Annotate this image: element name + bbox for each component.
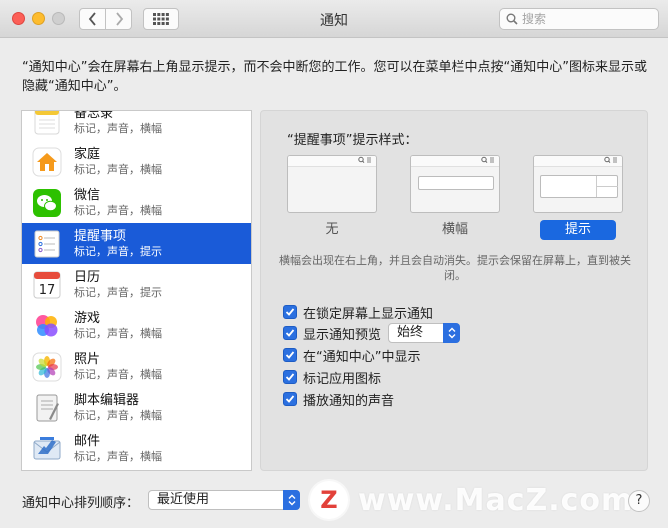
style-preview-none[interactable] bbox=[287, 155, 377, 213]
reminders-icon bbox=[32, 229, 62, 259]
style-label-banner[interactable]: 横幅 bbox=[410, 220, 500, 240]
app-name: 备忘录 bbox=[74, 110, 114, 121]
search-icon bbox=[506, 13, 518, 25]
preview-select-value: 始终 bbox=[397, 325, 424, 340]
app-sub: 标记，声音，横幅 bbox=[74, 122, 162, 135]
style-label-none[interactable]: 无 bbox=[287, 220, 377, 240]
checkmark-icon bbox=[285, 329, 295, 337]
checkbox-lock-screen[interactable] bbox=[283, 305, 297, 319]
style-option-banner[interactable]: 横幅 bbox=[410, 155, 500, 240]
wechat-icon bbox=[32, 188, 62, 218]
checkmark-icon bbox=[285, 351, 295, 359]
app-name: 照片 bbox=[74, 352, 101, 367]
description-text: “通知中心”会在屏幕右上角显示提示，而不会中断您的工作。您可以在菜单栏中点按“通… bbox=[22, 60, 647, 94]
search-input[interactable] bbox=[522, 12, 647, 26]
option-label: 显示通知预览 bbox=[303, 327, 382, 343]
alert-settings-panel: “提醒事项”提示样式： 无 横幅 提示 横幅会出现在右上角，并且会自动消失。提示… bbox=[260, 110, 648, 471]
app-row-notes[interactable]: 备忘录 标记，声音，横幅 bbox=[22, 110, 251, 141]
option-label: 在“通知中心”中显示 bbox=[303, 349, 421, 365]
title-bar: 通知 bbox=[0, 0, 668, 38]
app-name: 提醒事项 bbox=[74, 229, 127, 244]
updown-arrows-icon bbox=[283, 490, 300, 510]
svg-text:17: 17 bbox=[39, 283, 56, 298]
script-editor-icon bbox=[32, 393, 62, 423]
app-row-reminders[interactable]: 提醒事项 标记，声音，提示 bbox=[22, 223, 251, 264]
checkbox-notification-center[interactable] bbox=[283, 348, 297, 362]
sort-order-label: 通知中心排列顺序： bbox=[22, 496, 140, 511]
style-option-alert[interactable]: 提示 bbox=[533, 155, 623, 240]
photos-icon bbox=[32, 352, 62, 382]
search-icon bbox=[358, 156, 371, 163]
watermark: Z www.MacZ.com bbox=[310, 478, 633, 522]
option-label: 标记应用图标 bbox=[303, 371, 382, 387]
option-label: 播放通知的声音 bbox=[303, 393, 395, 409]
app-row-game-center[interactable]: 游戏 标记，声音，横幅 bbox=[22, 305, 251, 346]
app-list[interactable]: 备忘录 标记，声音，横幅 家庭 标记，声音，横幅 微信 标记，声音，横幅 提醒事… bbox=[21, 110, 252, 471]
app-name: 游戏 bbox=[74, 311, 101, 326]
option-label: 在锁定屏幕上显示通知 bbox=[303, 306, 434, 322]
style-preview-banner[interactable] bbox=[410, 155, 500, 213]
option-badge-app-icon[interactable]: 标记应用图标 bbox=[283, 368, 382, 387]
search-icon bbox=[604, 156, 617, 163]
app-name: 邮件 bbox=[74, 434, 101, 449]
option-play-sound[interactable]: 播放通知的声音 bbox=[283, 390, 395, 409]
watermark-logo: Z bbox=[310, 481, 348, 519]
search-field[interactable] bbox=[499, 8, 659, 30]
app-sub: 标记，声音，横幅 bbox=[74, 409, 162, 422]
option-show-preview[interactable]: 显示通知预览 始终 bbox=[283, 323, 461, 343]
preview-menubar bbox=[411, 156, 499, 167]
sort-order-value: 最近使用 bbox=[157, 492, 210, 507]
app-row-mail[interactable]: 邮件 标记，声音，横幅 bbox=[22, 428, 251, 469]
app-row-wechat[interactable]: 微信 标记，声音，横幅 bbox=[22, 182, 251, 223]
alert-style-title: “提醒事项”提示样式： bbox=[287, 133, 418, 148]
checkmark-icon bbox=[285, 308, 295, 316]
checkmark-icon bbox=[285, 395, 295, 403]
option-show-on-lock-screen[interactable]: 在锁定屏幕上显示通知 bbox=[283, 303, 434, 322]
app-sub: 标记，声音，横幅 bbox=[74, 368, 162, 381]
app-name: 微信 bbox=[74, 188, 101, 203]
updown-arrows-icon bbox=[443, 323, 461, 343]
app-sub: 标记，声音，横幅 bbox=[74, 327, 162, 340]
app-sub: 标记，声音，横幅 bbox=[74, 450, 162, 463]
option-show-in-notification-center[interactable]: 在“通知中心”中显示 bbox=[283, 346, 421, 365]
app-row-script-editor[interactable]: 脚本编辑器 标记，声音，横幅 bbox=[22, 387, 251, 428]
app-name: 脚本编辑器 bbox=[74, 393, 140, 408]
checkmark-icon bbox=[285, 373, 295, 381]
app-row-home[interactable]: 家庭 标记，声音，横幅 bbox=[22, 141, 251, 182]
calendar-icon: 17 bbox=[32, 270, 62, 300]
preview-menubar bbox=[534, 156, 622, 167]
preview-select[interactable]: 始终 bbox=[388, 323, 461, 343]
help-button[interactable]: ? bbox=[628, 490, 650, 512]
app-name: 家庭 bbox=[74, 147, 101, 162]
app-row-calendar[interactable]: 17 日历 标记，声音，提示 bbox=[22, 264, 251, 305]
mail-icon bbox=[32, 434, 62, 464]
checkbox-badge[interactable] bbox=[283, 370, 297, 384]
home-icon bbox=[32, 147, 62, 177]
app-sub: 标记，声音，横幅 bbox=[74, 204, 162, 217]
checkbox-show-preview[interactable] bbox=[283, 326, 297, 340]
preview-menubar bbox=[288, 156, 376, 167]
app-sub: 标记，声音，提示 bbox=[74, 286, 162, 299]
svg-text:Z: Z bbox=[320, 486, 337, 514]
app-name: 日历 bbox=[74, 270, 101, 285]
sort-order-select[interactable]: 最近使用 bbox=[148, 490, 300, 510]
app-sub: 标记，声音，横幅 bbox=[74, 163, 162, 176]
style-preview-alert[interactable] bbox=[533, 155, 623, 213]
style-option-none[interactable]: 无 bbox=[287, 155, 377, 240]
watermark-text: www.MacZ.com bbox=[358, 482, 634, 518]
alert-style-note: 横幅会出现在右上角，并且会自动消失。提示会保留在屏幕上，直到被关闭。 bbox=[279, 254, 631, 282]
app-sub: 标记，声音，提示 bbox=[74, 245, 162, 258]
search-icon bbox=[481, 156, 494, 163]
preferences-window: 通知 “通知中心”会在屏幕右上角显示提示，而不会中断您的工作。您可以在菜单栏中点… bbox=[0, 0, 668, 528]
notes-icon bbox=[32, 111, 62, 136]
preview-banner bbox=[418, 176, 494, 190]
style-label-alert[interactable]: 提示 bbox=[540, 220, 616, 240]
checkbox-sound[interactable] bbox=[283, 392, 297, 406]
app-row-photos[interactable]: 照片 标记，声音，横幅 bbox=[22, 346, 251, 387]
game-center-icon bbox=[32, 311, 62, 341]
preview-alert bbox=[540, 175, 618, 198]
